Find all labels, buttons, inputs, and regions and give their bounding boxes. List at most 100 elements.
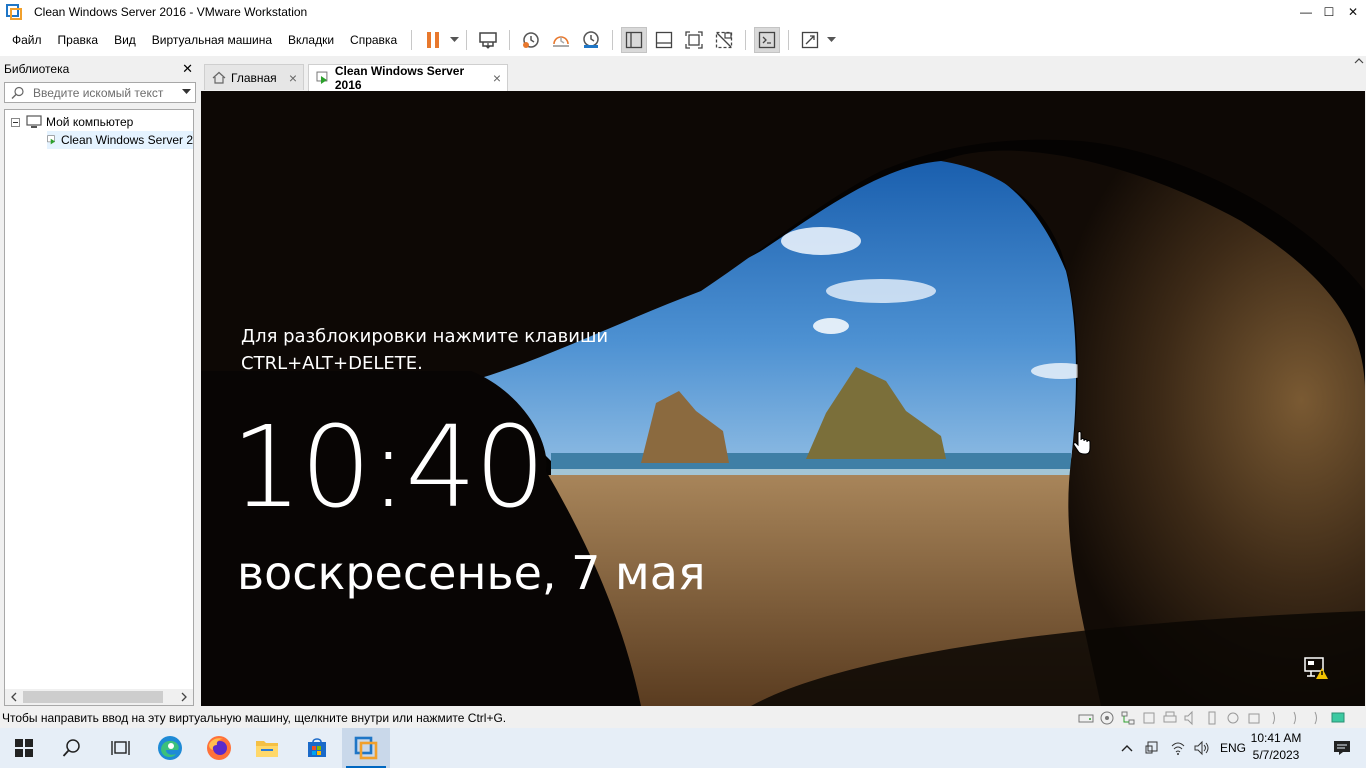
task-view-icon — [111, 741, 130, 755]
display-icon[interactable] — [1204, 710, 1220, 726]
take-snapshot-button[interactable] — [518, 27, 544, 53]
taskbar-time: 10:41 AM — [1250, 731, 1302, 745]
chevron-up-icon[interactable] — [1120, 743, 1134, 753]
show-library-button[interactable] — [621, 27, 648, 53]
keyboard-send-icon — [479, 32, 497, 49]
tab-home[interactable]: Главная × — [204, 64, 304, 90]
menu-edit[interactable]: Правка — [50, 24, 107, 56]
library-close-button[interactable]: ✕ — [182, 61, 193, 77]
scroll-right-icon[interactable] — [178, 691, 190, 703]
pause-button[interactable] — [420, 27, 446, 53]
tab-close-icon[interactable]: × — [289, 70, 297, 86]
tab-bar: Главная × Clean Windows Server 2016 × — [200, 56, 1366, 92]
start-button[interactable] — [0, 728, 48, 768]
serial-port-icon[interactable] — [1225, 710, 1241, 726]
minimize-icon: — — [1300, 5, 1312, 19]
network-warning-icon[interactable] — [1303, 656, 1329, 680]
library-tree: Мой компьютер Clean Windows Server 2 — [4, 109, 194, 706]
collapse-icon[interactable] — [11, 117, 20, 127]
toolbar-separator — [612, 30, 614, 50]
tree-item-vm[interactable]: Clean Windows Server 2 — [47, 131, 193, 149]
unlock-line-1: Для разблокировки нажмите клавиши — [241, 326, 609, 347]
chevron-down-icon[interactable] — [182, 89, 191, 95]
printer-icon[interactable] — [1162, 710, 1178, 726]
computer-icon — [26, 115, 42, 128]
hard-disk-icon[interactable] — [1078, 710, 1094, 726]
toolbar-separator — [745, 30, 747, 50]
removable-device-icon[interactable] — [1246, 710, 1262, 726]
stretch-guest-button[interactable] — [797, 27, 823, 53]
network-wifi-icon[interactable] — [1170, 740, 1186, 756]
revert-snapshot-button[interactable] — [548, 27, 574, 53]
lock-screen-wallpaper — [201, 91, 1365, 706]
minimize-button[interactable]: — — [1294, 0, 1318, 24]
menu-toolbar: Файл Правка Вид Виртуальная машина Вклад… — [0, 24, 1366, 56]
toolbar-separator — [509, 30, 511, 50]
taskbar-clock[interactable]: 10:41 AM 5/7/2023 — [1244, 730, 1308, 766]
maximize-button[interactable]: ☐ — [1317, 0, 1341, 24]
library-header: Библиотека ✕ — [0, 56, 199, 82]
firefox-button[interactable] — [195, 728, 243, 768]
windows-taskbar: ENG 10:41 AM 5/7/2023 — [0, 728, 1366, 768]
scroll-left-icon[interactable] — [8, 691, 20, 703]
pause-icon — [427, 32, 440, 48]
notifications-button[interactable] — [1318, 728, 1366, 768]
send-ctrl-alt-del-button[interactable] — [475, 27, 501, 53]
bracket-icon — [1272, 711, 1275, 725]
chevron-up-icon[interactable] — [1354, 58, 1364, 64]
tab-vm[interactable]: Clean Windows Server 2016 × — [308, 64, 508, 92]
toolbar-separator — [411, 30, 413, 50]
edge-button[interactable] — [146, 728, 194, 768]
vmware-tools-icon[interactable] — [1144, 740, 1160, 756]
volume-icon[interactable] — [1194, 740, 1210, 756]
message-log-icon[interactable] — [1330, 710, 1346, 726]
vm-console[interactable]: Для разблокировки нажмите клавиши CTRL+A… — [201, 91, 1365, 706]
maximize-icon: ☐ — [1323, 5, 1335, 19]
horizontal-scrollbar[interactable] — [5, 689, 193, 705]
tabs-scroll-arrows[interactable] — [1352, 56, 1366, 91]
thumbnail-bar-button[interactable] — [651, 27, 677, 53]
menu-view[interactable]: Вид — [106, 24, 144, 56]
tab-close-icon[interactable]: × — [493, 70, 501, 86]
library-search — [4, 82, 196, 103]
menu-tabs[interactable]: Вкладки — [280, 24, 342, 56]
status-message: Чтобы направить ввод на эту виртуальную … — [2, 711, 507, 725]
tree-item-my-computer[interactable]: Мой компьютер — [11, 113, 133, 131]
usb-controller-icon[interactable] — [1141, 710, 1157, 726]
fullscreen-button[interactable] — [681, 27, 707, 53]
language-indicator[interactable]: ENG — [1220, 741, 1246, 755]
chevron-down-icon — [826, 37, 836, 42]
snapshot-manager-button[interactable] — [578, 27, 604, 53]
cd-dvd-icon[interactable] — [1099, 710, 1115, 726]
mouse-cursor-icon — [1073, 431, 1091, 455]
console-view-button[interactable] — [754, 27, 781, 53]
file-explorer-button[interactable] — [243, 728, 291, 768]
bracket-icon — [1293, 711, 1296, 725]
tab-label: Главная — [231, 70, 277, 85]
vmware-taskbar-button[interactable] — [342, 728, 390, 768]
menu-vm[interactable]: Виртуальная машина — [144, 24, 280, 56]
store-button[interactable] — [293, 728, 341, 768]
taskbar-date: 5/7/2023 — [1252, 748, 1300, 762]
firefox-icon — [207, 736, 231, 760]
task-view-button[interactable] — [96, 728, 144, 768]
menu-help[interactable]: Справка — [342, 24, 405, 56]
unity-button[interactable] — [711, 27, 737, 53]
tree-item-label: Clean Windows Server 2 — [60, 133, 193, 147]
menu-file[interactable]: Файл — [0, 24, 50, 56]
snapshot-icon — [523, 32, 539, 48]
tab-label: Clean Windows Server 2016 — [334, 64, 465, 92]
sound-card-icon[interactable] — [1183, 710, 1199, 726]
library-search-input[interactable] — [31, 84, 175, 101]
power-dropdown[interactable] — [448, 37, 460, 43]
system-tray: ENG — [1120, 728, 1246, 768]
stretch-dropdown[interactable] — [825, 37, 837, 43]
search-icon — [11, 86, 24, 99]
search-button[interactable] — [48, 728, 96, 768]
stretch-icon — [801, 31, 819, 49]
edge-icon — [158, 736, 182, 760]
network-adapter-icon[interactable] — [1120, 710, 1136, 726]
scrollbar-thumb[interactable] — [23, 691, 163, 703]
close-button[interactable]: ✕ — [1341, 0, 1365, 24]
bracket-icon — [1314, 711, 1317, 725]
